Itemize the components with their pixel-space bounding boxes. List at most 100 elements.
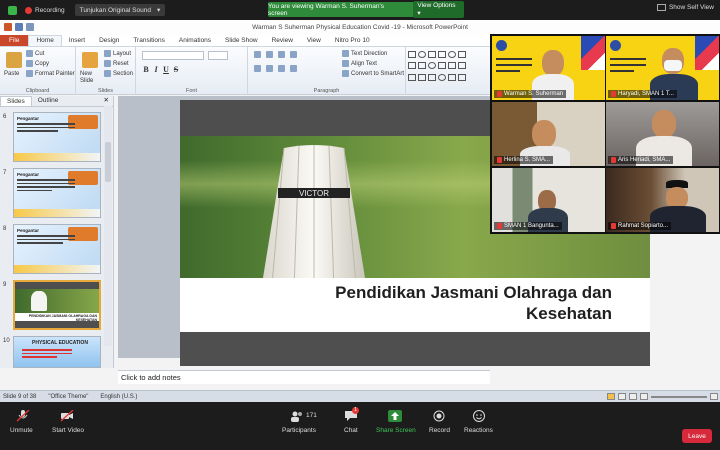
slide-thumbnail[interactable]: Pengantar bbox=[13, 168, 101, 218]
video-tile[interactable]: Herlina S. SMA... bbox=[492, 102, 605, 166]
undo-icon[interactable] bbox=[26, 23, 34, 31]
slide-thumbnail[interactable]: Pengantar bbox=[13, 112, 101, 162]
new-slide-button[interactable]: New Slide bbox=[80, 71, 102, 85]
close-icon[interactable]: ✕ bbox=[104, 96, 109, 104]
paste-icon[interactable] bbox=[6, 52, 22, 68]
convert-smartart-button[interactable]: Convert to SmartArt bbox=[342, 70, 404, 77]
reset-button[interactable]: Reset bbox=[104, 60, 129, 67]
tab-transitions[interactable]: Transitions bbox=[126, 36, 172, 46]
participant-name: Herlina S. SMA... bbox=[494, 156, 554, 164]
italic-icon[interactable]: I bbox=[152, 65, 160, 74]
slide-title[interactable]: Pendidikan Jasmani Olahraga dan Kesehata… bbox=[232, 282, 612, 324]
tab-review[interactable]: Review bbox=[265, 36, 300, 46]
participant-face bbox=[542, 50, 564, 76]
tab-design[interactable]: Design bbox=[92, 36, 126, 46]
cut-button[interactable]: Cut bbox=[26, 50, 44, 57]
record-icon[interactable] bbox=[432, 410, 446, 422]
video-tile[interactable]: SMAN 1 Bangunta... bbox=[492, 168, 605, 232]
unmute-button[interactable]: Unmute bbox=[10, 427, 33, 434]
mic-muted-icon bbox=[611, 91, 616, 97]
zoom-slider[interactable] bbox=[651, 395, 707, 398]
shuttlecock-icon: VICTOR bbox=[262, 145, 366, 292]
language-indicator[interactable]: English (U.S.) bbox=[100, 394, 137, 400]
tab-insert[interactable]: Insert bbox=[62, 36, 92, 46]
justify-icon[interactable] bbox=[290, 65, 297, 72]
slide-thumbnail[interactable]: Pengantar bbox=[13, 224, 101, 274]
slide-thumbnail[interactable]: PHYSICAL EDUCATION bbox=[13, 336, 101, 368]
new-slide-icon[interactable] bbox=[82, 52, 98, 68]
tab-outline[interactable]: Outline bbox=[32, 96, 65, 106]
video-tile[interactable]: Warman S. Suherman bbox=[492, 36, 605, 100]
font-size-dropdown[interactable] bbox=[208, 51, 228, 60]
record-button[interactable]: Record bbox=[429, 427, 450, 434]
window-title: Warman S Suherman Physical Education Cov… bbox=[252, 24, 468, 31]
normal-view-icon[interactable] bbox=[607, 393, 615, 400]
mic-muted-icon[interactable] bbox=[16, 410, 30, 422]
paragraph-group: Text Direction Align Text Convert to Sma… bbox=[248, 47, 406, 95]
mic-muted-icon bbox=[497, 223, 502, 229]
video-tile[interactable]: Aris Heriadi, SMA... bbox=[606, 102, 719, 166]
mic-muted-icon bbox=[611, 157, 616, 163]
bullets-icon[interactable] bbox=[254, 51, 261, 58]
text-direction-button[interactable]: Text Direction bbox=[342, 50, 387, 57]
quick-access-toolbar bbox=[4, 23, 34, 31]
show-self-view-button[interactable]: Show Self View bbox=[656, 4, 714, 11]
align-text-button[interactable]: Align Text bbox=[342, 60, 377, 67]
strikethrough-icon[interactable]: S bbox=[172, 65, 180, 74]
tab-file[interactable]: File bbox=[0, 35, 29, 46]
underline-icon[interactable]: U bbox=[162, 65, 170, 74]
leave-button[interactable]: Leave bbox=[682, 429, 712, 443]
chat-button[interactable]: Chat bbox=[344, 427, 358, 434]
original-sound-toggle[interactable]: Tunjukan Original Sound ▾ bbox=[74, 4, 166, 16]
thumb-footer bbox=[14, 209, 100, 217]
align-center-icon[interactable] bbox=[266, 65, 273, 72]
reactions-button[interactable]: Reactions bbox=[464, 427, 493, 434]
video-tile[interactable]: Rahmat Sopiarto... bbox=[606, 168, 719, 232]
slide-thumbnail-selected[interactable]: PENDIDIKAN JASMANI OLAHRAGA DAN KESEHATA… bbox=[13, 280, 101, 330]
paste-button[interactable]: Paste bbox=[4, 71, 19, 77]
tab-home[interactable]: Home bbox=[28, 35, 62, 46]
align-right-icon[interactable] bbox=[278, 65, 285, 72]
decrease-indent-icon[interactable] bbox=[278, 51, 285, 58]
participants-button[interactable]: Participants bbox=[282, 427, 316, 434]
bold-icon[interactable]: B bbox=[142, 65, 150, 74]
section-button[interactable]: Section bbox=[104, 70, 133, 77]
video-off-icon[interactable] bbox=[60, 410, 74, 422]
shield-icon[interactable] bbox=[8, 5, 17, 15]
recording-indicator[interactable]: Recording bbox=[25, 6, 65, 14]
font-family-dropdown[interactable] bbox=[142, 51, 204, 60]
thumb-title: PHYSICAL EDUCATION bbox=[32, 340, 88, 346]
reading-view-icon[interactable] bbox=[629, 393, 637, 400]
align-left-icon[interactable] bbox=[254, 65, 261, 72]
tab-view[interactable]: View bbox=[300, 36, 328, 46]
tab-slide-show[interactable]: Slide Show bbox=[218, 36, 265, 46]
video-tile[interactable]: Haryadi, SMAN 1 T... bbox=[606, 36, 719, 100]
share-screen-button[interactable]: Share Screen bbox=[376, 427, 416, 434]
participants-icon[interactable] bbox=[290, 410, 304, 422]
copy-button[interactable]: Copy bbox=[26, 60, 49, 67]
start-video-button[interactable]: Start Video bbox=[52, 427, 84, 434]
notes-pane[interactable]: Click to add notes bbox=[118, 370, 490, 384]
view-options-button[interactable]: View Options ▾ bbox=[413, 1, 464, 18]
sorter-view-icon[interactable] bbox=[618, 393, 626, 400]
numbering-icon[interactable] bbox=[266, 51, 273, 58]
tab-slides[interactable]: Slides bbox=[0, 96, 32, 106]
slide-title-line: Kesehatan bbox=[526, 304, 612, 323]
slide-editor: VICTOR Pendidikan Jasmani Olahraga dan K… bbox=[118, 96, 650, 366]
fit-slide-icon[interactable] bbox=[710, 393, 718, 400]
zoom-bottom-bar: Unmute Start Video 171 Participants 1 Ch… bbox=[0, 402, 720, 450]
panel-scrollbar[interactable] bbox=[104, 106, 112, 346]
layout-button[interactable]: Layout bbox=[104, 50, 131, 57]
slideshow-view-icon[interactable] bbox=[640, 393, 648, 400]
slide-title-line: Pendidikan Jasmani Olahraga dan bbox=[335, 283, 612, 302]
powerpoint-logo-icon[interactable] bbox=[4, 23, 12, 31]
share-screen-icon[interactable] bbox=[388, 410, 402, 422]
increase-indent-icon[interactable] bbox=[290, 51, 297, 58]
format-painter-button[interactable]: Format Painter bbox=[26, 70, 75, 77]
clipboard-group: Paste Cut Copy Format Painter Clipboard bbox=[0, 47, 76, 95]
shapes-gallery[interactable] bbox=[408, 51, 468, 83]
reactions-icon[interactable] bbox=[472, 410, 486, 422]
tab-animations[interactable]: Animations bbox=[172, 36, 218, 46]
tab-nitro[interactable]: Nitro Pro 10 bbox=[328, 36, 377, 46]
save-icon[interactable] bbox=[15, 23, 23, 31]
